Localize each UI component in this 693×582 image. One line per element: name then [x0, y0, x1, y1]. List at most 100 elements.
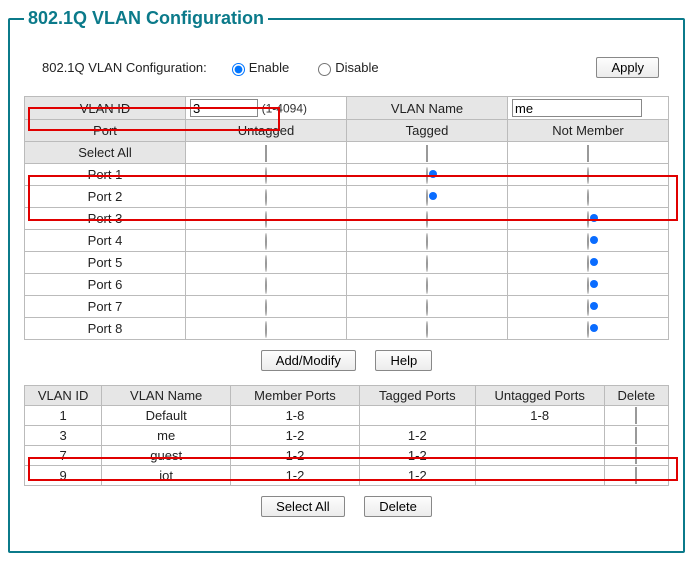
- port-name: Port 5: [25, 252, 186, 274]
- tagged-header: Tagged: [347, 120, 508, 142]
- port-tagged-radio[interactable]: [426, 167, 428, 184]
- port-tagged-radio[interactable]: [426, 277, 428, 294]
- vlan-id-input[interactable]: [190, 99, 258, 117]
- vlan-cell-untagged: [475, 426, 604, 446]
- vlan-cell-untagged: [475, 466, 604, 486]
- port-untagged-radio[interactable]: [265, 321, 267, 338]
- port-name: Port 1: [25, 164, 186, 186]
- port-tagged-radio[interactable]: [426, 299, 428, 316]
- help-button[interactable]: Help: [375, 350, 432, 371]
- port-row: Port 6: [25, 274, 669, 296]
- port-notmember-radio[interactable]: [587, 211, 589, 228]
- select-all-notmember[interactable]: [587, 145, 589, 162]
- delete-button[interactable]: Delete: [364, 496, 432, 517]
- port-row: Port 3: [25, 208, 669, 230]
- port-row: Port 1: [25, 164, 669, 186]
- apply-button[interactable]: Apply: [596, 57, 659, 78]
- vlan-cell-untagged: 1-8: [475, 406, 604, 426]
- port-name: Port 6: [25, 274, 186, 296]
- port-untagged-radio[interactable]: [265, 211, 267, 228]
- port-row: Port 4: [25, 230, 669, 252]
- port-notmember-radio[interactable]: [587, 189, 589, 206]
- vlan-config-panel: 802.1Q VLAN Configuration 802.1Q VLAN Co…: [8, 8, 685, 553]
- port-name: Port 3: [25, 208, 186, 230]
- enable-radio[interactable]: Enable: [227, 60, 289, 76]
- vlan-cell-id: 1: [25, 406, 102, 426]
- vlan-cell-name: Default: [102, 406, 231, 426]
- list-hdr-name: VLAN Name: [102, 386, 231, 406]
- vlan-cell-member: 1-2: [231, 426, 360, 446]
- mode-label: 802.1Q VLAN Configuration:: [42, 60, 207, 75]
- select-all-tagged[interactable]: [426, 145, 428, 162]
- list-hdr-delete: Delete: [604, 386, 668, 406]
- vlan-row: 1Default1-81-8: [25, 406, 669, 426]
- port-notmember-radio[interactable]: [587, 233, 589, 250]
- vlan-cell-id: 7: [25, 446, 102, 466]
- port-name: Port 4: [25, 230, 186, 252]
- port-row: Port 7: [25, 296, 669, 318]
- port-tagged-radio[interactable]: [426, 255, 428, 272]
- vlan-cell-member: 1-2: [231, 466, 360, 486]
- vlan-name-cell: [508, 97, 669, 120]
- vlan-cell-tagged: [359, 406, 475, 426]
- vlan-cell-tagged: 1-2: [359, 446, 475, 466]
- vlan-delete-checkbox[interactable]: [635, 447, 637, 464]
- vlan-cell-name: guest: [102, 446, 231, 466]
- port-notmember-radio[interactable]: [587, 167, 589, 184]
- bottom-button-row: Select All Delete: [24, 486, 669, 531]
- select-all-label: Select All: [25, 142, 186, 164]
- port-untagged-radio[interactable]: [265, 299, 267, 316]
- port-row: Port 8: [25, 318, 669, 340]
- port-row: Port 2: [25, 186, 669, 208]
- vlan-cell-member: 1-2: [231, 446, 360, 466]
- vlan-id-header: VLAN ID: [25, 97, 186, 120]
- disable-radio[interactable]: Disable: [313, 60, 378, 76]
- add-modify-button[interactable]: Add/Modify: [261, 350, 356, 371]
- list-hdr-member: Member Ports: [231, 386, 360, 406]
- port-untagged-radio[interactable]: [265, 167, 267, 184]
- port-untagged-radio[interactable]: [265, 189, 267, 206]
- vlan-cell-tagged: 1-2: [359, 466, 475, 486]
- list-hdr-untagged: Untagged Ports: [475, 386, 604, 406]
- port-untagged-radio[interactable]: [265, 277, 267, 294]
- select-all-button[interactable]: Select All: [261, 496, 344, 517]
- port-untagged-radio[interactable]: [265, 255, 267, 272]
- vlan-cell-tagged: 1-2: [359, 426, 475, 446]
- port-name: Port 2: [25, 186, 186, 208]
- vlan-delete-checkbox[interactable]: [635, 467, 637, 484]
- select-all-untagged[interactable]: [265, 145, 267, 162]
- vlan-delete-checkbox[interactable]: [635, 427, 637, 444]
- vlan-id-cell: (1-4094): [186, 97, 347, 120]
- port-name: Port 8: [25, 318, 186, 340]
- notmember-header: Not Member: [508, 120, 669, 142]
- port-notmember-radio[interactable]: [587, 277, 589, 294]
- vlan-row: 7guest1-21-2: [25, 446, 669, 466]
- mode-row: 802.1Q VLAN Configuration: Enable Disabl…: [24, 47, 669, 96]
- vlan-list-table: VLAN ID VLAN Name Member Ports Tagged Po…: [24, 385, 669, 486]
- middle-button-row: Add/Modify Help: [24, 340, 669, 385]
- vlan-name-input[interactable]: [512, 99, 642, 117]
- vlan-id-hint: (1-4094): [262, 102, 307, 116]
- disable-radio-label: Disable: [335, 60, 378, 75]
- list-hdr-id: VLAN ID: [25, 386, 102, 406]
- vlan-row: 3me1-21-2: [25, 426, 669, 446]
- vlan-delete-checkbox[interactable]: [635, 407, 637, 424]
- port-name: Port 7: [25, 296, 186, 318]
- port-notmember-radio[interactable]: [587, 299, 589, 316]
- vlan-cell-id: 3: [25, 426, 102, 446]
- port-tagged-radio[interactable]: [426, 211, 428, 228]
- vlan-cell-name: me: [102, 426, 231, 446]
- port-tagged-radio[interactable]: [426, 189, 428, 206]
- port-notmember-radio[interactable]: [587, 255, 589, 272]
- vlan-cell-untagged: [475, 446, 604, 466]
- port-untagged-radio[interactable]: [265, 233, 267, 250]
- vlan-cell-member: 1-8: [231, 406, 360, 426]
- port-tagged-radio[interactable]: [426, 321, 428, 338]
- port-notmember-radio[interactable]: [587, 321, 589, 338]
- enable-radio-label: Enable: [249, 60, 289, 75]
- vlan-row: 9iot1-21-2: [25, 466, 669, 486]
- port-row: Port 5: [25, 252, 669, 274]
- port-tagged-radio[interactable]: [426, 233, 428, 250]
- vlan-cell-id: 9: [25, 466, 102, 486]
- panel-title: 802.1Q VLAN Configuration: [24, 8, 268, 29]
